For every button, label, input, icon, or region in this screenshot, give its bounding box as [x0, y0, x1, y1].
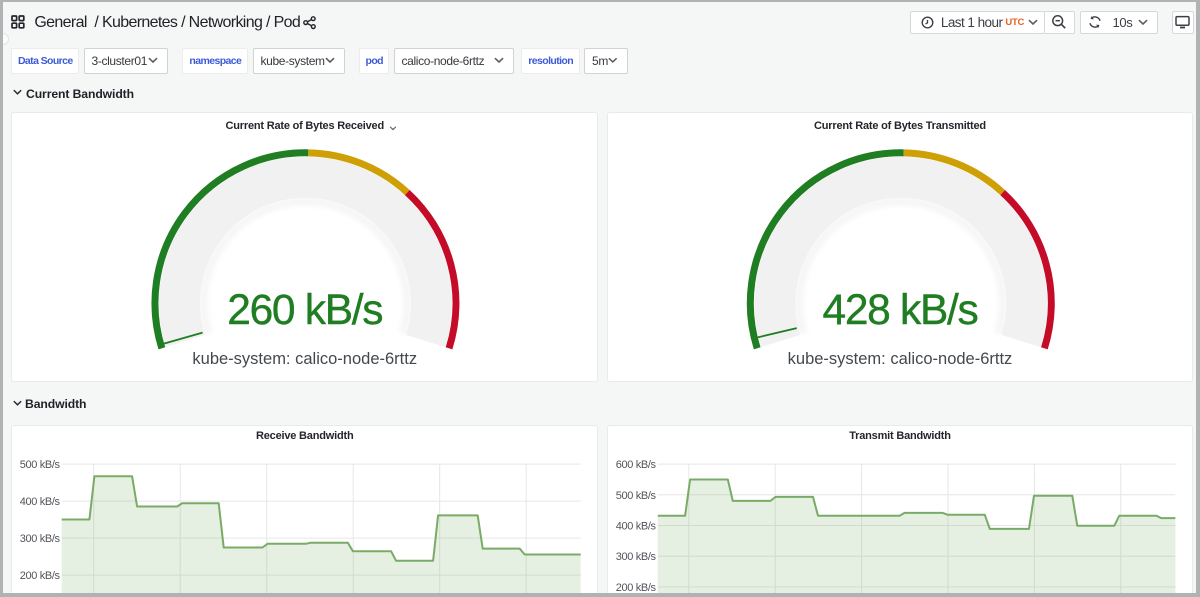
- svg-text:400 kB/s: 400 kB/s: [20, 496, 61, 508]
- svg-text:300 kB/s: 300 kB/s: [616, 551, 657, 563]
- svg-text:400 kB/s: 400 kB/s: [616, 520, 657, 532]
- svg-text:300 kB/s: 300 kB/s: [20, 533, 61, 545]
- svg-text:200 kB/s: 200 kB/s: [616, 582, 657, 594]
- svg-text:500 kB/s: 500 kB/s: [616, 490, 657, 502]
- svg-text:200 kB/s: 200 kB/s: [20, 570, 61, 582]
- svg-text:500 kB/s: 500 kB/s: [20, 459, 61, 471]
- svg-text:600 kB/s: 600 kB/s: [616, 459, 657, 471]
